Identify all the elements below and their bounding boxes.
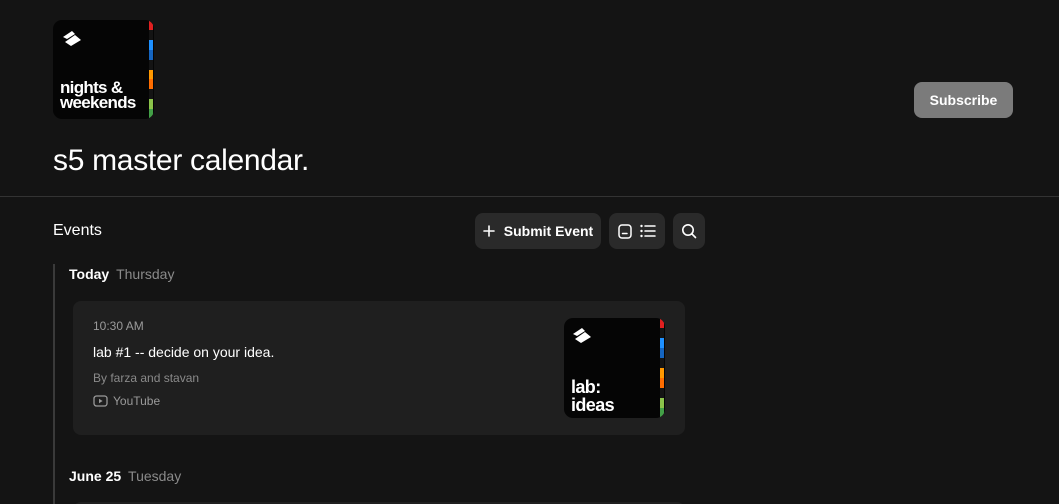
thumbnail-text: lab: ideas	[571, 377, 615, 415]
event-platform-label: YouTube	[113, 394, 161, 408]
events-heading: Events	[53, 222, 102, 239]
buildspace-mark-icon	[573, 328, 591, 343]
buildspace-mark-icon	[63, 31, 81, 46]
event-time: 10:30 AM	[93, 319, 144, 333]
calendar-view-icon[interactable]	[618, 223, 632, 239]
view-toggle[interactable]	[609, 213, 665, 249]
event-card[interactable]: 10:30 AM lab #1 -- decide on your idea. …	[73, 301, 685, 435]
submit-event-button[interactable]: Submit Event	[475, 213, 601, 249]
search-button[interactable]	[673, 213, 705, 249]
event-thumbnail: lab: ideas	[564, 318, 665, 418]
color-stripe	[149, 20, 153, 119]
day-weekday: Thursday	[116, 266, 175, 282]
calendar-header: nights & weekends Subscribe s5 master ca…	[0, 0, 1059, 197]
submit-event-label: Submit Event	[503, 223, 594, 239]
color-stripe	[660, 318, 664, 418]
event-platform: YouTube	[93, 394, 160, 408]
page-title: s5 master calendar.	[53, 144, 310, 177]
search-icon	[682, 224, 697, 239]
calendar-logo: nights & weekends	[53, 20, 154, 119]
plus-icon	[482, 225, 495, 237]
day-label: Today	[69, 266, 110, 282]
event-title: lab #1 -- decide on your idea.	[93, 344, 275, 360]
day-heading-june-25: June 25 Tuesday	[69, 468, 181, 484]
logo-text: nights & weekends	[60, 78, 136, 112]
day-label: June 25	[69, 468, 122, 484]
list-view-icon[interactable]	[640, 224, 656, 238]
day-weekday: Tuesday	[128, 468, 182, 484]
video-icon	[93, 395, 108, 407]
event-host: By farza and stavan	[93, 371, 200, 385]
day-heading-today: Today Thursday	[69, 266, 174, 282]
timeline-line	[53, 264, 55, 504]
subscribe-button[interactable]: Subscribe	[914, 82, 1013, 118]
